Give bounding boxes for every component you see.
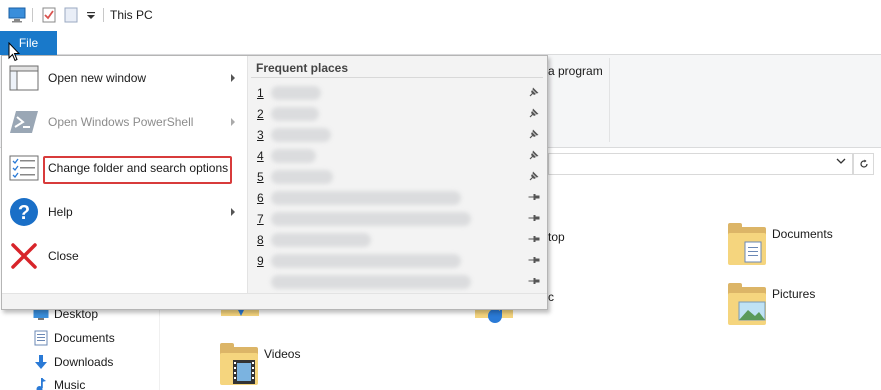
ribbon-tab-row xyxy=(0,31,881,55)
frequent-place-row[interactable]: 7 xyxy=(249,209,545,229)
help-icon: ? xyxy=(8,196,40,228)
explorer-window: This PC File a program Desktop Documents xyxy=(0,0,881,390)
frequent-place-number: 8 xyxy=(257,233,264,247)
pictures-folder-icon xyxy=(728,283,768,327)
file-menu: Open new window Open Windows PowerShell … xyxy=(1,55,548,310)
pinned-icon[interactable] xyxy=(528,128,540,140)
file-menu-footer xyxy=(2,293,547,309)
header-divider xyxy=(251,77,543,78)
unpinned-icon[interactable] xyxy=(528,212,540,224)
redacted-place-name xyxy=(271,170,333,184)
frequent-place-row[interactable]: 9 xyxy=(249,251,545,271)
unpinned-icon[interactable] xyxy=(528,275,540,287)
menu-item-close[interactable]: Close xyxy=(2,234,247,278)
address-bar[interactable] xyxy=(548,153,853,175)
pinned-icon[interactable] xyxy=(528,107,540,119)
frequent-place-row[interactable]: 5 xyxy=(249,167,545,187)
svg-text:?: ? xyxy=(18,202,30,224)
ribbon-divider xyxy=(609,58,610,142)
refresh-icon xyxy=(859,159,868,168)
frequent-place-row[interactable]: 6 xyxy=(249,188,545,208)
redacted-place-name xyxy=(271,212,471,226)
this-pc-icon[interactable] xyxy=(8,7,26,23)
downloads-icon xyxy=(33,354,49,370)
refresh-button[interactable] xyxy=(853,153,874,175)
frequent-places-header: Frequent places xyxy=(256,61,349,75)
powershell-icon xyxy=(8,106,40,138)
frequent-place-row[interactable]: 3 xyxy=(249,125,545,145)
documents-folder-icon xyxy=(728,223,768,267)
unpinned-icon[interactable] xyxy=(528,191,540,203)
redacted-place-name xyxy=(271,149,316,163)
frequent-place-number: 7 xyxy=(257,212,264,226)
partial-desktop-label: top xyxy=(548,230,565,244)
new-window-icon xyxy=(8,62,40,94)
title-bar: This PC xyxy=(0,0,881,31)
pinned-icon[interactable] xyxy=(528,149,540,161)
nav-item-music[interactable]: Music xyxy=(33,376,85,390)
frequent-place-number: 6 xyxy=(257,191,264,205)
redacted-place-name xyxy=(271,86,321,100)
redacted-place-name xyxy=(271,107,319,121)
redacted-place-name xyxy=(271,254,461,268)
frequent-places-panel: Frequent places 1 2 3 4 5 6 7 8 9 xyxy=(249,56,547,293)
submenu-arrow-icon xyxy=(231,208,235,216)
folder-tile-pictures[interactable]: Pictures xyxy=(728,283,815,327)
redacted-place-name xyxy=(271,128,331,142)
pinned-icon[interactable] xyxy=(528,170,540,182)
properties-icon[interactable] xyxy=(41,7,57,23)
mouse-cursor-icon xyxy=(8,42,20,62)
menu-item-open-new-window[interactable]: Open new window xyxy=(2,56,247,100)
frequent-place-number: 4 xyxy=(257,149,264,163)
frequent-place-row[interactable] xyxy=(249,272,545,292)
window-title: This PC xyxy=(110,8,153,22)
menu-item-open-powershell[interactable]: Open Windows PowerShell xyxy=(2,100,247,144)
folder-tile-videos[interactable]: Videos xyxy=(220,343,300,387)
frequent-place-number: 3 xyxy=(257,128,264,142)
highlight-box xyxy=(43,156,232,184)
partial-music-label: c xyxy=(548,290,554,304)
frequent-place-number: 5 xyxy=(257,170,264,184)
frequent-place-number: 1 xyxy=(257,86,264,100)
redacted-place-name xyxy=(271,233,371,247)
submenu-arrow-icon xyxy=(231,118,235,126)
chevron-down-icon[interactable] xyxy=(836,156,846,166)
frequent-place-row[interactable]: 1 xyxy=(249,83,545,103)
frequent-place-row[interactable]: 2 xyxy=(249,104,545,124)
title-separator xyxy=(103,8,104,22)
frequent-place-number: 2 xyxy=(257,107,264,121)
pinned-icon[interactable] xyxy=(528,86,540,98)
folder-tile-documents[interactable]: Documents xyxy=(728,223,833,267)
frequent-place-row[interactable]: 4 xyxy=(249,146,545,166)
folder-options-icon xyxy=(8,152,40,184)
submenu-arrow-icon xyxy=(231,74,235,82)
customize-qat-icon[interactable] xyxy=(86,7,96,23)
file-menu-commands: Open new window Open Windows PowerShell … xyxy=(2,56,248,293)
videos-folder-icon xyxy=(220,343,260,387)
nav-item-downloads[interactable]: Downloads xyxy=(33,353,113,371)
documents-icon xyxy=(33,330,49,346)
nav-item-documents[interactable]: Documents xyxy=(33,329,115,347)
unpinned-icon[interactable] xyxy=(528,254,540,266)
frequent-place-row[interactable]: 8 xyxy=(249,230,545,250)
frequent-place-number: 9 xyxy=(257,254,264,268)
close-icon xyxy=(8,240,40,272)
ribbon-partial-label: a program xyxy=(548,64,603,78)
menu-item-help[interactable]: ? Help xyxy=(2,190,247,234)
redacted-place-name xyxy=(271,191,461,205)
new-folder-icon[interactable] xyxy=(64,7,78,23)
music-icon xyxy=(33,377,49,390)
title-separator xyxy=(32,8,33,22)
unpinned-icon[interactable] xyxy=(528,233,540,245)
redacted-place-name xyxy=(271,275,471,289)
